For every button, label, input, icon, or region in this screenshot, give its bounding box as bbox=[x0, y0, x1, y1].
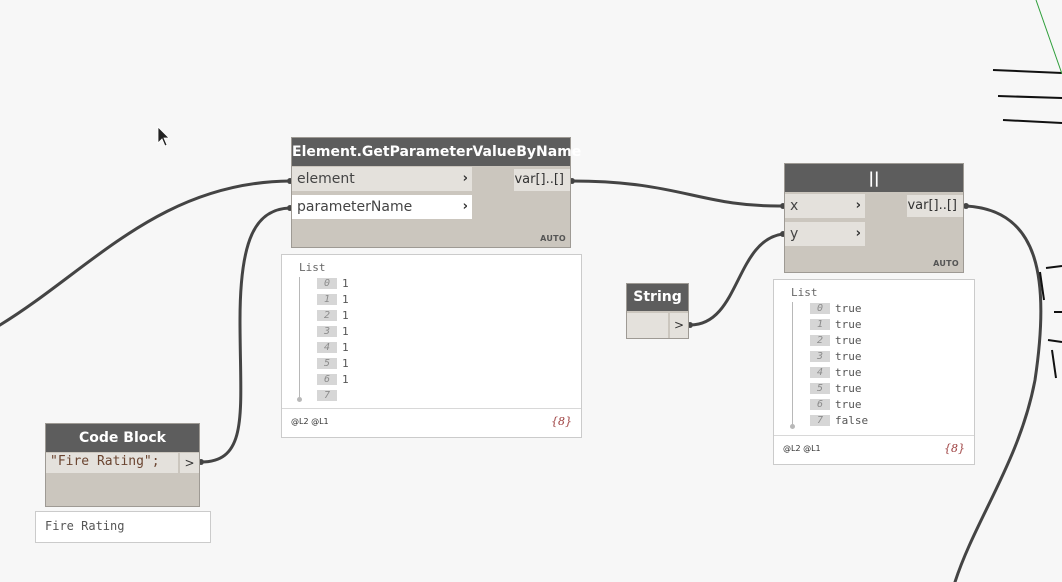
code-editor[interactable]: "Fire Rating"; bbox=[46, 453, 178, 473]
chevron-right-icon: › bbox=[855, 226, 861, 241]
lacing-indicator[interactable]: AUTO bbox=[933, 259, 959, 268]
input-port-element[interactable]: element › bbox=[292, 167, 472, 191]
code-block-node[interactable]: Code Block "Fire Rating"; > bbox=[45, 423, 200, 507]
green-axis-line bbox=[1035, 0, 1062, 75]
node-title[interactable]: String bbox=[627, 284, 688, 311]
preview-rail-end bbox=[790, 424, 795, 429]
list-levels[interactable]: @L2 @L1 bbox=[291, 417, 329, 426]
or-node[interactable]: || x › y › var[]..[] AUTO bbox=[784, 163, 964, 273]
output-port[interactable]: > bbox=[180, 453, 199, 473]
node-title[interactable]: Element.GetParameterValueByName bbox=[292, 138, 581, 166]
preview-footer: @L2 @L1 {8} bbox=[774, 435, 974, 464]
wire-codeblock-to-parametername[interactable] bbox=[199, 206, 292, 464]
list-levels[interactable]: @L2 @L1 bbox=[783, 444, 821, 453]
get-parameter-value-node[interactable]: Element.GetParameterValueByName element … bbox=[291, 137, 581, 248]
preview-rail bbox=[792, 302, 793, 426]
background-geometry bbox=[992, 69, 1062, 379]
list-count: {8} bbox=[944, 442, 965, 455]
port-label: element bbox=[297, 171, 355, 187]
output-port-var[interactable]: var[]..[] bbox=[514, 169, 570, 191]
string-node-body bbox=[627, 313, 668, 338]
output-port-var[interactable]: var[]..[] bbox=[907, 195, 963, 217]
node-title[interactable]: || bbox=[785, 164, 963, 192]
string-node[interactable]: String > bbox=[626, 283, 689, 339]
lacing-indicator[interactable]: AUTO bbox=[540, 234, 566, 243]
wire-getparam-to-x[interactable] bbox=[570, 179, 785, 208]
or-preview: List 0 true 1 true 2 true 3 true 4 true 5 true… bbox=[773, 279, 975, 465]
output-port[interactable]: > bbox=[670, 313, 688, 338]
list-count: {8} bbox=[551, 415, 572, 428]
input-port-y[interactable]: y › bbox=[785, 222, 865, 246]
arrow-cursor-icon bbox=[157, 126, 170, 147]
preview-footer: @L2 @L1 {8} bbox=[282, 408, 581, 437]
get-parameter-preview: List 01 11 21 31 41 51 61 7 @L2 @L1 {8} bbox=[281, 254, 582, 438]
input-port-x[interactable]: x › bbox=[785, 194, 865, 218]
preview-list-header: List bbox=[299, 261, 326, 274]
input-port-parametername[interactable]: parameterName › bbox=[292, 195, 472, 219]
preview-rail bbox=[299, 277, 300, 399]
preview-rail-end bbox=[297, 397, 302, 402]
code-text: "Fire Rating"; bbox=[50, 454, 160, 469]
port-label: parameterName bbox=[297, 199, 413, 215]
preview-list-header: List bbox=[791, 286, 818, 299]
wire-string-to-y[interactable] bbox=[688, 232, 785, 327]
chevron-right-icon: › bbox=[855, 198, 861, 213]
node-title[interactable]: Code Block bbox=[46, 424, 199, 452]
chevron-right-icon: › bbox=[462, 171, 468, 186]
port-label: y bbox=[790, 226, 799, 242]
port-label: x bbox=[790, 198, 799, 214]
code-block-preview: Fire Rating bbox=[35, 511, 211, 543]
chevron-right-icon: › bbox=[462, 199, 468, 214]
